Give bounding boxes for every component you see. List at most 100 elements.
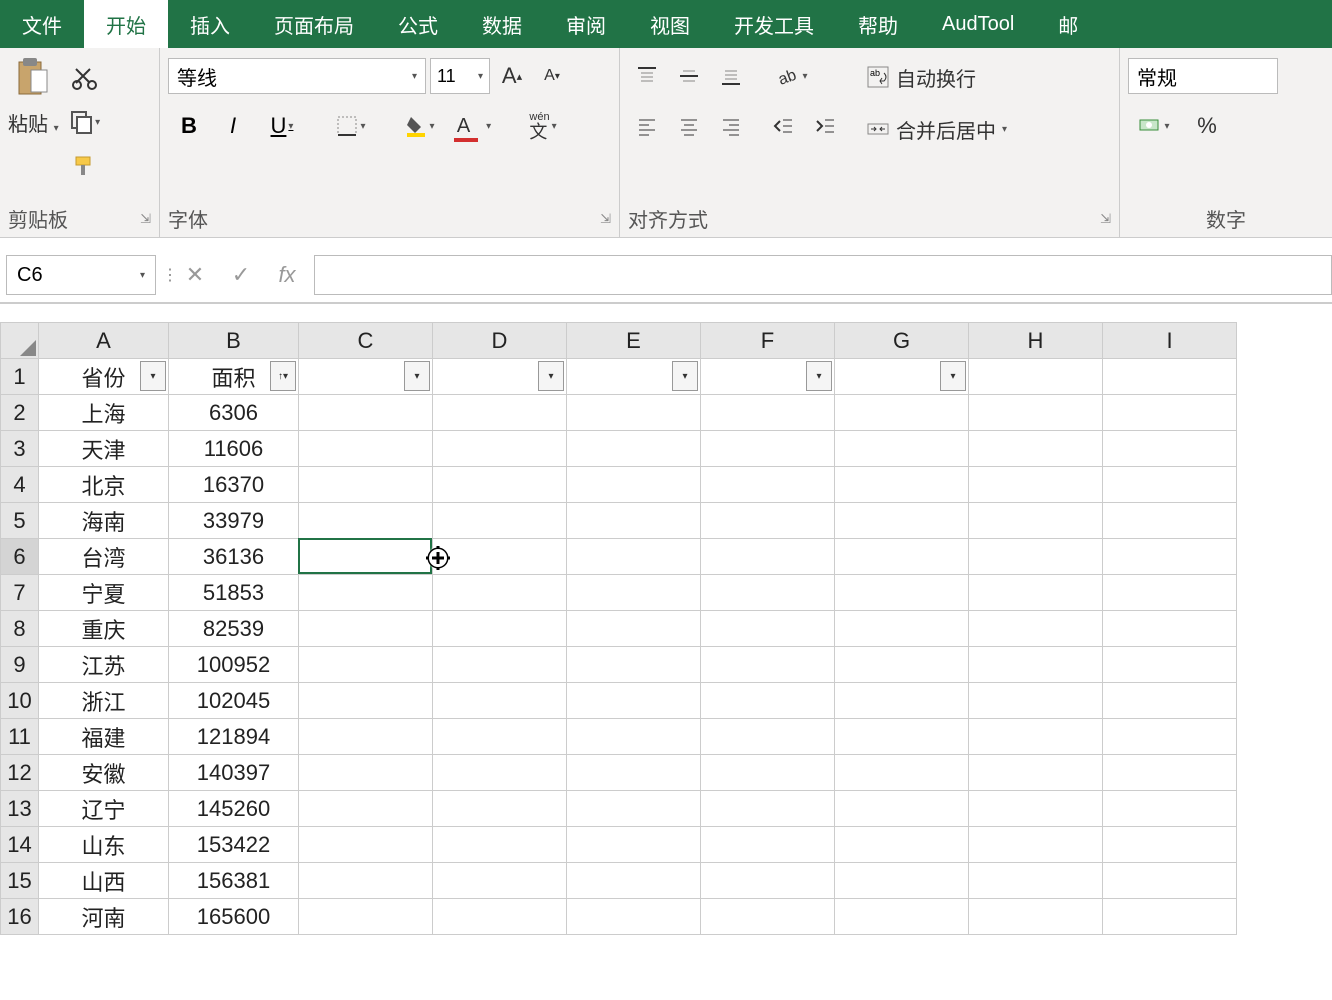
filter-button-C[interactable]: ▾	[404, 361, 430, 391]
cell-H15[interactable]	[969, 863, 1103, 899]
cell-I16[interactable]	[1103, 899, 1237, 935]
font-size-select[interactable]: 11▾	[430, 58, 490, 94]
cell-D4[interactable]	[433, 467, 567, 503]
cell-I4[interactable]	[1103, 467, 1237, 503]
cell-E12[interactable]	[567, 755, 701, 791]
cell-H6[interactable]	[969, 539, 1103, 575]
cell-B9[interactable]: 100952	[169, 647, 299, 683]
cell-D1[interactable]: ▾	[433, 359, 567, 395]
cell-F13[interactable]	[701, 791, 835, 827]
cell-G16[interactable]	[835, 899, 969, 935]
cell-I14[interactable]	[1103, 827, 1237, 863]
cell-I11[interactable]	[1103, 719, 1237, 755]
cell-E11[interactable]	[567, 719, 701, 755]
cell-B15[interactable]: 156381	[169, 863, 299, 899]
cell-H3[interactable]	[969, 431, 1103, 467]
cell-E9[interactable]	[567, 647, 701, 683]
cell-E13[interactable]	[567, 791, 701, 827]
cell-B3[interactable]: 11606	[169, 431, 299, 467]
cell-D15[interactable]	[433, 863, 567, 899]
cell-G2[interactable]	[835, 395, 969, 431]
cell-B14[interactable]: 153422	[169, 827, 299, 863]
tab-home[interactable]: 开始	[84, 0, 168, 48]
tab-view[interactable]: 视图	[628, 0, 712, 48]
cell-D2[interactable]	[433, 395, 567, 431]
cell-I12[interactable]	[1103, 755, 1237, 791]
cell-F16[interactable]	[701, 899, 835, 935]
tab-review[interactable]: 审阅	[544, 0, 628, 48]
cell-B6[interactable]: 36136	[169, 539, 299, 575]
cell-F8[interactable]	[701, 611, 835, 647]
filter-button-G[interactable]: ▾	[940, 361, 966, 391]
cell-H4[interactable]	[969, 467, 1103, 503]
cell-B11[interactable]: 121894	[169, 719, 299, 755]
row-header-14[interactable]: 14	[1, 827, 39, 863]
cell-G9[interactable]	[835, 647, 969, 683]
cell-H9[interactable]	[969, 647, 1103, 683]
align-middle-icon[interactable]	[670, 58, 708, 94]
cell-H8[interactable]	[969, 611, 1103, 647]
cell-I9[interactable]	[1103, 647, 1237, 683]
filter-button-A[interactable]: ▾	[140, 361, 166, 391]
merge-center-button[interactable]: 合并后居中 ▾	[858, 110, 1015, 148]
cell-G15[interactable]	[835, 863, 969, 899]
cell-D14[interactable]	[433, 827, 567, 863]
cell-E1[interactable]: ▾	[567, 359, 701, 395]
row-header-16[interactable]: 16	[1, 899, 39, 935]
paste-icon[interactable]	[11, 54, 55, 106]
cell-I15[interactable]	[1103, 863, 1237, 899]
row-header-3[interactable]: 3	[1, 431, 39, 467]
cancel-icon[interactable]: ✕	[172, 255, 218, 295]
copy-icon[interactable]: ▾	[65, 104, 105, 140]
cell-I10[interactable]	[1103, 683, 1237, 719]
bold-button[interactable]: B	[168, 106, 210, 146]
cell-D6[interactable]	[433, 539, 567, 575]
cell-I2[interactable]	[1103, 395, 1237, 431]
tab-page-layout[interactable]: 页面布局	[252, 0, 376, 48]
cell-F10[interactable]	[701, 683, 835, 719]
cell-B1[interactable]: 面积↑▾	[169, 359, 299, 395]
tab-mail[interactable]: 邮	[1036, 0, 1100, 48]
cell-D12[interactable]	[433, 755, 567, 791]
paste-label[interactable]: 粘贴 ▾	[8, 108, 59, 137]
cell-A7[interactable]: 宁夏	[39, 575, 169, 611]
cell-I3[interactable]	[1103, 431, 1237, 467]
cell-B13[interactable]: 145260	[169, 791, 299, 827]
cell-F6[interactable]	[701, 539, 835, 575]
tab-help[interactable]: 帮助	[836, 0, 920, 48]
underline-button[interactable]: U▾	[256, 106, 308, 146]
col-header-B[interactable]: B	[169, 323, 299, 359]
cell-F12[interactable]	[701, 755, 835, 791]
cell-G1[interactable]: ▾	[835, 359, 969, 395]
cell-I8[interactable]	[1103, 611, 1237, 647]
tab-file[interactable]: 文件	[0, 0, 84, 48]
cell-H5[interactable]	[969, 503, 1103, 539]
font-dialog-launcher[interactable]: ⇲	[600, 211, 611, 227]
cell-H2[interactable]	[969, 395, 1103, 431]
cell-D16[interactable]	[433, 899, 567, 935]
cell-F4[interactable]	[701, 467, 835, 503]
cell-A5[interactable]: 海南	[39, 503, 169, 539]
cell-F15[interactable]	[701, 863, 835, 899]
cell-H10[interactable]	[969, 683, 1103, 719]
accounting-format-button[interactable]: ▾	[1128, 106, 1180, 146]
wrap-text-button[interactable]: ab 自动换行	[858, 58, 1015, 96]
col-header-F[interactable]: F	[701, 323, 835, 359]
tab-developer[interactable]: 开发工具	[712, 0, 836, 48]
cell-A16[interactable]: 河南	[39, 899, 169, 935]
cell-A4[interactable]: 北京	[39, 467, 169, 503]
cell-H14[interactable]	[969, 827, 1103, 863]
filter-button-D[interactable]: ▾	[538, 361, 564, 391]
cell-E4[interactable]	[567, 467, 701, 503]
col-header-G[interactable]: G	[835, 323, 969, 359]
row-header-9[interactable]: 9	[1, 647, 39, 683]
cell-B8[interactable]: 82539	[169, 611, 299, 647]
cell-C2[interactable]	[299, 395, 433, 431]
cell-H13[interactable]	[969, 791, 1103, 827]
cell-F14[interactable]	[701, 827, 835, 863]
phonetic-guide-button[interactable]: wén文 ▾	[517, 106, 569, 146]
select-all-corner[interactable]	[1, 323, 39, 359]
cell-A13[interactable]: 辽宁	[39, 791, 169, 827]
row-header-10[interactable]: 10	[1, 683, 39, 719]
cell-C6[interactable]	[299, 539, 433, 575]
